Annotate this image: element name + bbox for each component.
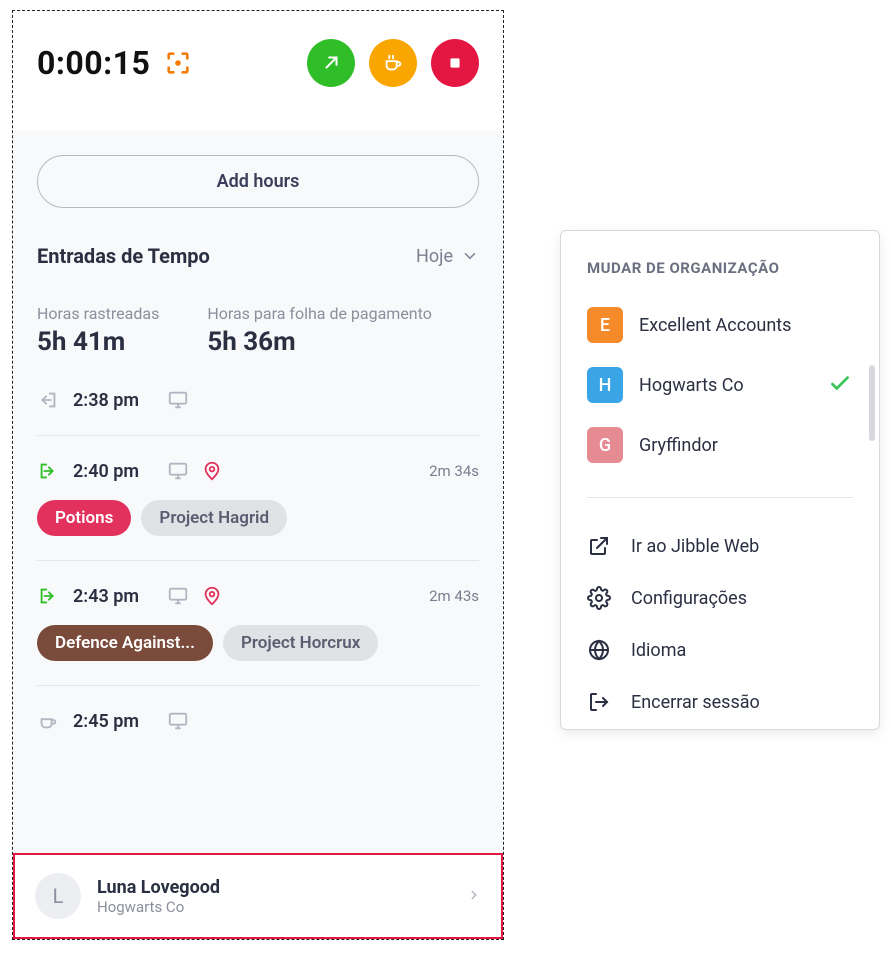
monitor-icon: [167, 389, 189, 411]
logout-icon: [587, 690, 611, 714]
org-badge-letter: G: [599, 435, 611, 456]
org-item-excellent[interactable]: E Excellent Accounts: [587, 295, 853, 355]
clock-in-button[interactable]: [307, 39, 355, 87]
action-buttons: [307, 39, 479, 87]
stat-payroll-value: 5h 36m: [207, 327, 432, 357]
menu-label: Configurações: [631, 588, 747, 609]
monitor-icon: [167, 710, 189, 732]
break-button[interactable]: [369, 39, 417, 87]
stat-tracked-value: 5h 41m: [37, 327, 159, 357]
chevron-right-icon: [467, 887, 481, 906]
time-entry[interactable]: 2:45 pm: [37, 710, 479, 732]
entry-line: 2:45 pm: [37, 710, 479, 732]
tracker-panel: 0:00:15: [12, 10, 504, 940]
monitor-icon: [167, 585, 189, 607]
divider: [587, 497, 853, 498]
body-area: Add hours Entradas de Tempo Hoje Horas r…: [13, 131, 503, 871]
entry-tags: Defence Against... Project Horcrux: [37, 625, 479, 661]
break-icon: [37, 710, 59, 732]
menu-settings[interactable]: Configurações: [587, 572, 853, 624]
globe-icon: [587, 638, 611, 662]
org-badge: E: [587, 307, 623, 343]
time-entry[interactable]: 2:40 pm 2m 34s Potions Project Hagrid: [37, 460, 479, 536]
menu-label: Encerrar sessão: [631, 692, 760, 713]
gear-icon: [587, 586, 611, 610]
stat-tracked: Horas rastreadas 5h 41m: [37, 304, 159, 357]
entry-duration: 2m 34s: [429, 462, 479, 480]
date-filter[interactable]: Hoje: [416, 246, 479, 267]
timer-text: 0:00:15: [37, 44, 150, 82]
section-header: Entradas de Tempo Hoje: [37, 244, 479, 268]
org-badge-letter: E: [600, 315, 610, 336]
entry-icons: [167, 460, 223, 482]
chevron-down-icon: [461, 247, 479, 265]
menu-language[interactable]: Idioma: [587, 624, 853, 676]
entry-line: 2:40 pm 2m 34s: [37, 460, 479, 482]
project-tag[interactable]: Project Hagrid: [141, 500, 287, 536]
avatar: L: [35, 873, 81, 919]
menu-label: Idioma: [631, 640, 686, 661]
org-name: Excellent Accounts: [639, 315, 791, 336]
user-org: Hogwarts Co: [97, 898, 220, 916]
add-hours-button[interactable]: Add hours: [37, 155, 479, 208]
scrollbar[interactable]: [869, 365, 875, 441]
location-pin-icon: [201, 585, 223, 607]
profile-footer[interactable]: L Luna Lovegood Hogwarts Co: [13, 853, 503, 939]
location-pin-icon: [201, 460, 223, 482]
menu-web[interactable]: Ir ao Jibble Web: [587, 520, 853, 572]
entry-time: 2:40 pm: [73, 461, 153, 482]
stop-button[interactable]: [431, 39, 479, 87]
divider: [37, 560, 479, 561]
divider: [37, 685, 479, 686]
timer-area: 0:00:15: [37, 44, 192, 82]
org-item-gryffindor[interactable]: G Gryffindor: [587, 415, 853, 475]
org-item-hogwarts[interactable]: H Hogwarts Co: [587, 355, 853, 415]
entry-time: 2:45 pm: [73, 711, 153, 732]
stats-row: Horas rastreadas 5h 41m Horas para folha…: [37, 304, 479, 357]
clock-out-icon: [37, 389, 59, 411]
stat-payroll-label: Horas para folha de pagamento: [207, 304, 432, 323]
section-title: Entradas de Tempo: [37, 244, 210, 268]
footer-text: Luna Lovegood Hogwarts Co: [97, 877, 220, 916]
user-name: Luna Lovegood: [97, 877, 220, 898]
external-link-icon: [587, 534, 611, 558]
org-name: Hogwarts Co: [639, 375, 744, 396]
org-badge: H: [587, 367, 623, 403]
entry-duration: 2m 43s: [429, 587, 479, 605]
org-name: Gryffindor: [639, 435, 718, 456]
clock-in-icon: [37, 585, 59, 607]
menu-label: Ir ao Jibble Web: [631, 536, 759, 557]
scan-frame-icon[interactable]: [164, 49, 192, 77]
entry-line: 2:38 pm: [37, 389, 479, 411]
monitor-icon: [167, 460, 189, 482]
time-entry[interactable]: 2:43 pm 2m 43s Defence Against... Projec…: [37, 585, 479, 661]
activity-tag[interactable]: Defence Against...: [37, 625, 213, 661]
divider: [37, 435, 479, 436]
panel-title: MUDAR DE ORGANIZAÇÃO: [587, 259, 853, 277]
stat-tracked-label: Horas rastreadas: [37, 304, 159, 323]
project-tag[interactable]: Project Horcrux: [223, 625, 378, 661]
entry-time: 2:43 pm: [73, 586, 153, 607]
org-menu-panel: MUDAR DE ORGANIZAÇÃO E Excellent Account…: [560, 230, 880, 730]
org-badge: G: [587, 427, 623, 463]
menu-logout[interactable]: Encerrar sessão: [587, 676, 853, 728]
org-badge-letter: H: [599, 375, 612, 396]
time-entry[interactable]: 2:38 pm: [37, 389, 479, 411]
entry-icons: [167, 585, 223, 607]
entry-tags: Potions Project Hagrid: [37, 500, 479, 536]
stat-payroll: Horas para folha de pagamento 5h 36m: [207, 304, 432, 357]
clock-in-icon: [37, 460, 59, 482]
entry-line: 2:43 pm 2m 43s: [37, 585, 479, 607]
date-filter-label: Hoje: [416, 246, 453, 267]
avatar-initial: L: [53, 884, 64, 908]
entry-time: 2:38 pm: [73, 390, 153, 411]
check-icon: [827, 370, 853, 400]
topbar: 0:00:15: [13, 11, 503, 131]
activity-tag[interactable]: Potions: [37, 500, 131, 536]
